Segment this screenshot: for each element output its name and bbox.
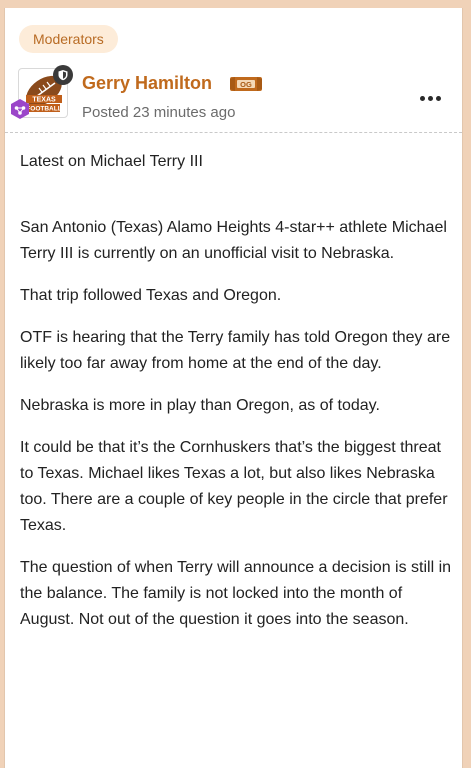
post-header: Moderators TEXAS FOOTBALL Gerry Hamilton… — [5, 8, 462, 132]
avatar-text-bottom: FOOTBALL — [26, 106, 61, 113]
moderator-badge: Moderators — [19, 25, 118, 53]
post-timestamp[interactable]: Posted 23 minutes ago — [82, 104, 235, 121]
achievement-hexagon-icon[interactable] — [9, 98, 31, 120]
post-paragraph: OTF is hearing that the Terry family has… — [20, 329, 451, 372]
post-paragraph: Latest on Michael Terry III — [20, 153, 203, 170]
post-paragraph: It could be that it’s the Cornhuskers th… — [20, 439, 448, 534]
more-options-button[interactable] — [415, 88, 445, 108]
shield-icon — [53, 65, 73, 85]
post-paragraph: That trip followed Texas and Oregon. — [20, 287, 282, 304]
post-body: Latest on Michael Terry III San Antonio … — [20, 149, 456, 649]
header-divider — [5, 132, 462, 133]
og-badge-label: OG — [240, 80, 252, 89]
post-paragraph: The question of when Terry will announce… — [20, 559, 452, 628]
post-paragraph: San Antonio (Texas) Alamo Heights 4-star… — [20, 219, 447, 262]
more-horizontal-icon — [419, 95, 425, 101]
avatar-text-top: TEXAS — [32, 97, 56, 104]
og-badge-icon: OG — [229, 74, 263, 94]
post-paragraph: Nebraska is more in play than Oregon, as… — [20, 397, 380, 414]
post-card: Moderators TEXAS FOOTBALL Gerry Hamilton… — [4, 8, 463, 768]
author-name[interactable]: Gerry Hamilton — [82, 73, 212, 94]
